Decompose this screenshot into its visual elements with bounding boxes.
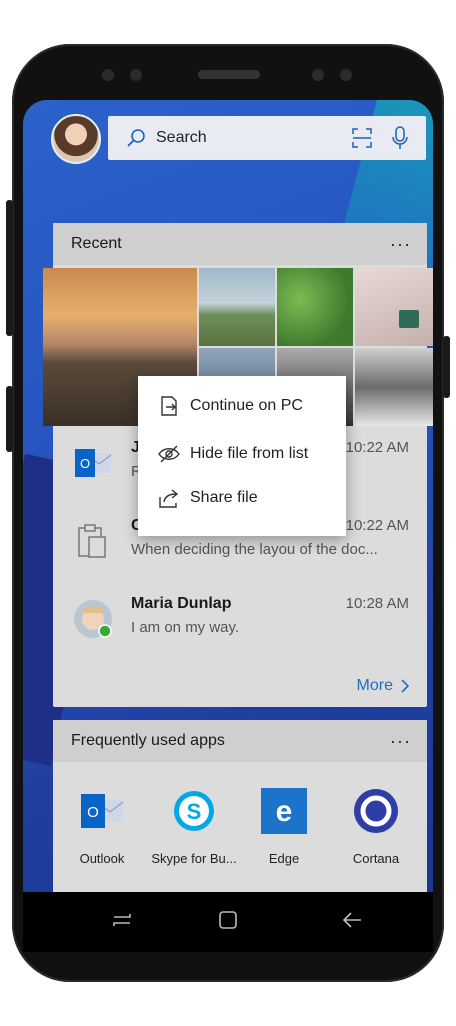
svg-text:O: O <box>87 804 99 821</box>
recent-item[interactable]: Maria Dunlap I am on my way. 10:28 AM <box>53 581 425 653</box>
more-options-icon[interactable]: ··· <box>390 234 411 255</box>
clipboard-icon <box>78 524 106 558</box>
share-icon <box>159 489 179 508</box>
recent-apps-icon[interactable] <box>111 910 133 930</box>
screen: Search Recent ··· O J R 10:22 AM When de… <box>23 100 433 892</box>
photo-thumbnail[interactable] <box>355 348 433 426</box>
more-link[interactable]: More <box>357 677 409 695</box>
continue-on-pc-icon <box>161 396 177 416</box>
recent-title: Recent <box>71 235 122 252</box>
recent-item-subtitle: When deciding the layou of the doc... <box>131 541 378 558</box>
contact-avatar <box>74 600 112 638</box>
menu-item-hide-file[interactable]: Hide file from list <box>138 432 346 476</box>
recent-item-time: 10:28 AM <box>345 595 409 612</box>
svg-text:e: e <box>276 795 293 828</box>
sensor <box>312 69 324 81</box>
navigation-bar <box>23 892 433 952</box>
phone-frame: Search Recent ··· O J R 10:22 AM When de… <box>12 44 444 982</box>
menu-item-continue-on-pc[interactable]: Continue on PC <box>138 384 346 428</box>
app-cortana[interactable]: Cortana <box>331 788 421 866</box>
menu-item-label: Hide file from list <box>190 445 309 462</box>
outlook-icon: O <box>75 449 112 477</box>
recent-item-time: 10:22 AM <box>345 439 409 456</box>
outlook-icon: O <box>81 794 124 828</box>
earpiece <box>198 70 260 79</box>
edge-icon: e <box>261 788 307 834</box>
volume-button <box>6 200 13 336</box>
cortana-icon <box>354 789 398 833</box>
app-label: Cortana <box>352 851 400 866</box>
back-icon[interactable] <box>341 910 363 930</box>
sensor <box>102 69 114 81</box>
search-icon <box>127 129 145 147</box>
search-label: Search <box>156 129 207 146</box>
recent-item-time: 10:22 AM <box>345 517 409 534</box>
photo-thumbnail[interactable] <box>277 268 353 346</box>
microphone-icon[interactable] <box>392 126 408 150</box>
context-menu: Continue on PC Hide file from list Share… <box>138 376 346 536</box>
skype-icon: S <box>174 791 214 831</box>
app-label: Edge <box>268 851 300 866</box>
svg-text:O: O <box>80 456 90 471</box>
menu-item-label: Share file <box>190 489 258 506</box>
eye-slash-icon <box>158 445 180 463</box>
recent-card-header: Recent ··· <box>53 223 427 265</box>
search-bar[interactable]: Search <box>108 116 426 160</box>
power-button <box>443 336 450 398</box>
more-options-icon[interactable]: ··· <box>390 731 411 752</box>
frequent-apps-title: Frequently used apps <box>71 732 225 749</box>
sensor <box>340 69 352 81</box>
app-label: Skype for Bu... <box>151 851 237 866</box>
svg-text:S: S <box>187 799 202 824</box>
sensor <box>130 69 142 81</box>
frequent-apps-card: Frequently used apps ··· O Outlook S Sky… <box>53 720 427 892</box>
bixby-button <box>6 386 13 452</box>
frequent-apps-header: Frequently used apps ··· <box>53 720 427 762</box>
recent-item-title: Maria Dunlap <box>131 595 232 612</box>
more-label: More <box>356 677 393 694</box>
app-outlook[interactable]: O Outlook <box>57 788 147 866</box>
app-label: Outlook <box>79 851 125 866</box>
menu-item-share-file[interactable]: Share file <box>138 476 346 520</box>
app-edge[interactable]: e Edge <box>239 788 329 866</box>
app-skype[interactable]: S Skype for Bu... <box>149 788 239 866</box>
photo-thumbnail[interactable] <box>199 268 275 346</box>
recent-item-subtitle: I am on my way. <box>131 619 240 636</box>
scan-icon[interactable] <box>352 128 372 148</box>
user-avatar[interactable] <box>51 114 101 164</box>
menu-item-label: Continue on PC <box>190 397 303 414</box>
photo-thumbnail[interactable] <box>355 268 433 346</box>
home-icon[interactable] <box>217 910 239 930</box>
chevron-right-icon <box>401 679 409 693</box>
